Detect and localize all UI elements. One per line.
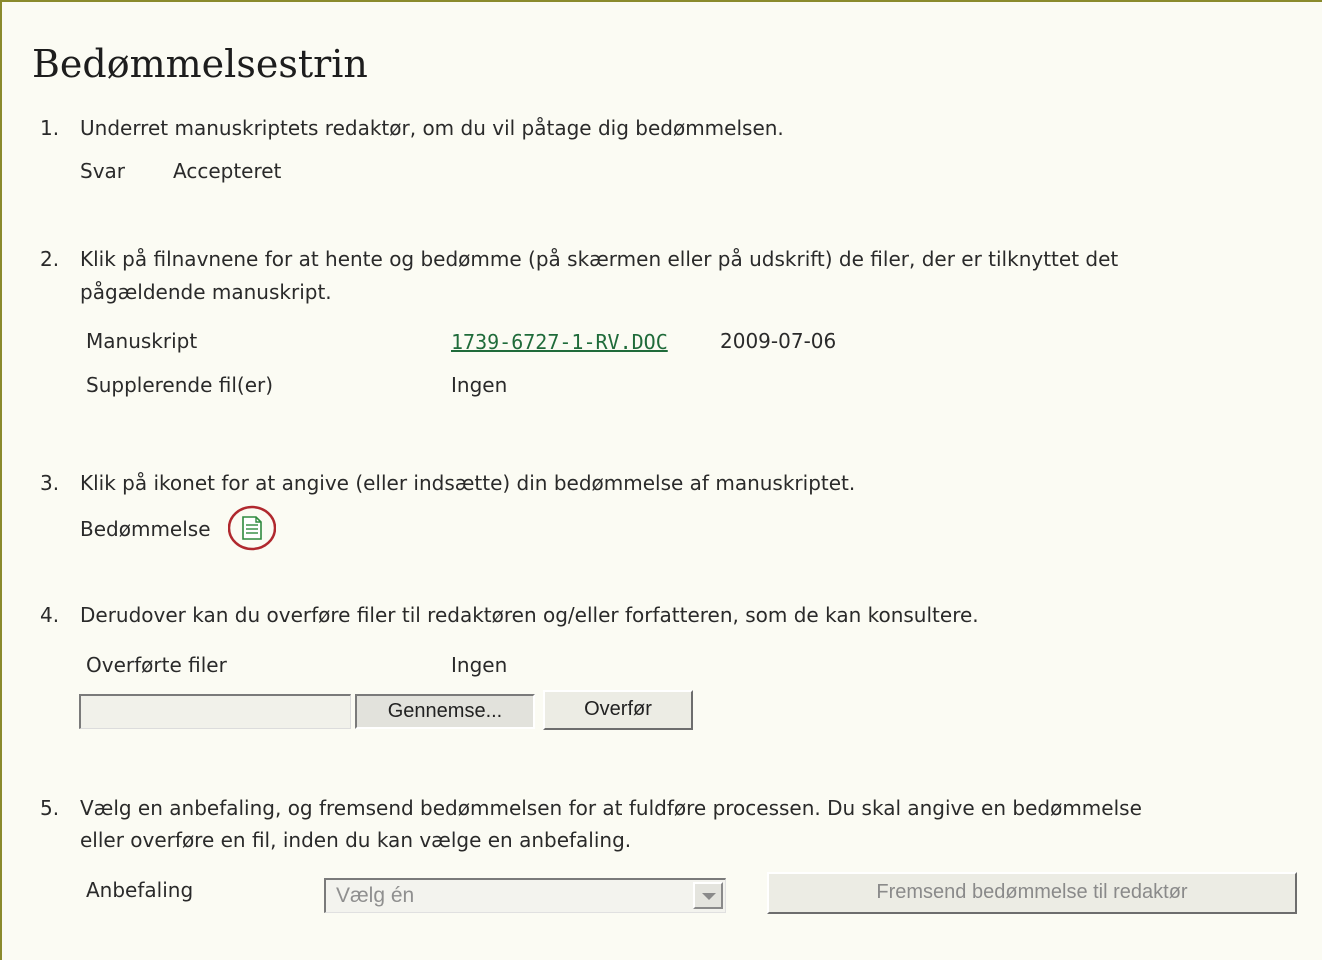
review-steps-panel: Bedømmelsestrin 1. Underret manuskriptet…	[0, 0, 1322, 960]
recommendation-select[interactable]: Vælg én	[324, 878, 726, 913]
step-4-number: 4.	[40, 603, 60, 627]
step-5-instruction-line2: eller overføre en fil, inden du kan vælg…	[80, 828, 632, 852]
submit-review-button[interactable]: Fremsend bedømmelse til redaktør	[767, 872, 1297, 914]
supplementary-files-value: Ingen	[451, 373, 508, 397]
step-3-instruction: Klik på ikonet for at angive (eller inds…	[80, 471, 856, 495]
step-5-instruction-line1: Vælg en anbefaling, og fremsend bedømmel…	[80, 796, 1142, 820]
step-2-number: 2.	[40, 247, 60, 271]
step-2-instruction-line2: pågældende manuskript.	[80, 280, 332, 304]
recommendation-selected-value: Vælg én	[336, 884, 415, 907]
browse-button[interactable]: Gennemse...	[355, 694, 535, 729]
uploaded-files-label: Overførte filer	[86, 653, 227, 677]
step-5-number: 5.	[40, 796, 60, 820]
step-1-instruction: Underret manuskriptets redaktør, om du v…	[80, 116, 784, 140]
step-4-instruction: Derudover kan du overføre filer til reda…	[80, 603, 979, 627]
manuscript-file-link[interactable]: 1739-6727-1-RV.DOC	[451, 330, 668, 354]
step-3-number: 3.	[40, 471, 60, 495]
manuscript-label: Manuskript	[86, 329, 198, 353]
response-value: Accepteret	[173, 159, 282, 183]
response-label: Svar	[80, 159, 126, 183]
upload-button[interactable]: Overfør	[543, 690, 693, 730]
recommendation-label: Anbefaling	[86, 878, 194, 902]
review-label: Bedømmelse	[80, 517, 211, 541]
page-title: Bedømmelsestrin	[32, 42, 368, 86]
chevron-down-icon[interactable]	[693, 882, 723, 909]
document-icon[interactable]	[227, 505, 277, 551]
manuscript-date: 2009-07-06	[720, 329, 837, 353]
supplementary-files-label: Supplerende fil(er)	[86, 373, 274, 397]
step-1-number: 1.	[40, 116, 60, 140]
step-2-instruction-line1: Klik på filnavnene for at hente og bedøm…	[80, 247, 1119, 271]
uploaded-files-value: Ingen	[451, 653, 508, 677]
file-path-input[interactable]	[79, 694, 351, 729]
